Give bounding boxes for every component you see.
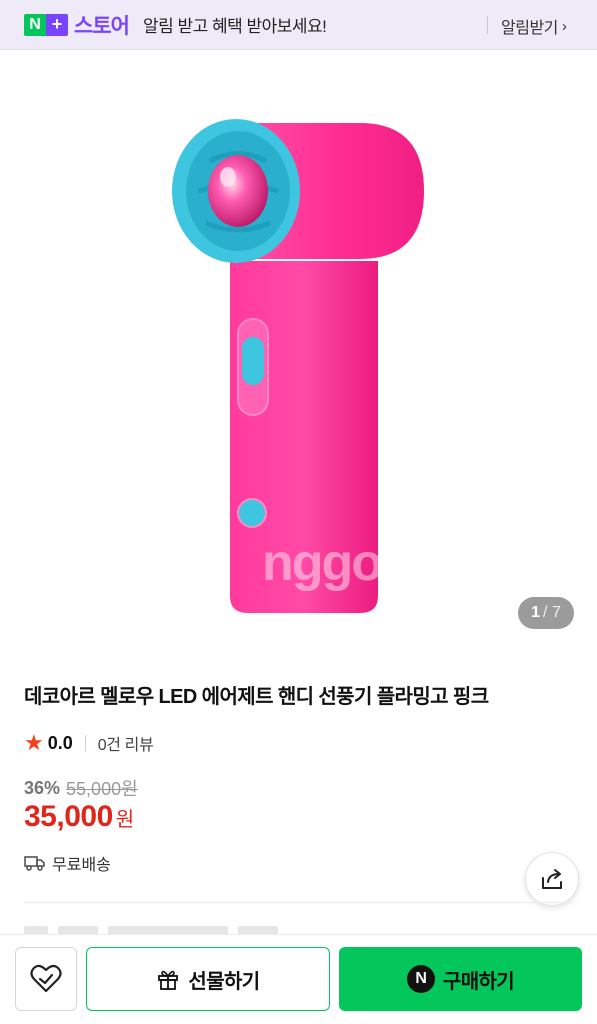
rating-divider xyxy=(84,735,86,751)
naverpay-icon: N xyxy=(406,965,435,993)
sale-price-amount: 35,000 xyxy=(24,800,113,833)
naver-store-logo[interactable]: N + 스토어 xyxy=(24,10,130,40)
gift-button[interactable]: 선물하기 xyxy=(86,947,330,1011)
sale-price: 35,000 원 xyxy=(24,800,134,834)
notification-subscribe-link[interactable]: 알림받기 › xyxy=(501,14,567,38)
truck-icon xyxy=(24,856,45,871)
buy-button[interactable]: N 구매하기 xyxy=(339,947,582,1011)
shipping-info: 무료배송 xyxy=(24,851,111,875)
logo-n-icon: N xyxy=(24,13,46,36)
wishlist-button[interactable] xyxy=(15,947,77,1011)
discount-rate: 36% xyxy=(24,777,61,798)
discount-row: 36% 55,000원 xyxy=(24,775,138,801)
share-button[interactable] xyxy=(525,852,579,906)
price-unit: 원 xyxy=(115,809,135,831)
product-title: 데코아르 멜로우 LED 에어제트 핸디 선풍기 플라밍고 핑크 xyxy=(24,686,489,708)
gift-icon xyxy=(158,970,179,990)
total-pages: / 7 xyxy=(543,604,561,621)
shipping-label: 무료배송 xyxy=(52,857,111,874)
current-page: 1 xyxy=(531,604,541,621)
review-count-link[interactable]: 0건 리뷰 xyxy=(98,731,154,755)
original-price: 55,000원 xyxy=(66,779,138,799)
image-page-indicator: 1 / 7 xyxy=(518,597,574,629)
rating-score: 0.0 xyxy=(47,732,73,753)
star-icon: ★ xyxy=(24,730,44,755)
banner-message: 알림 받고 혜택 받아보세요! xyxy=(142,17,327,36)
rating-row[interactable]: ★ 0.0 0건 리뷰 xyxy=(24,730,154,756)
section-divider xyxy=(24,902,573,903)
logo-text: 스토어 xyxy=(74,14,130,38)
image-watermark: nggon xyxy=(262,534,413,592)
heart-icon xyxy=(30,964,62,993)
banner-divider xyxy=(487,16,488,34)
product-image-gallery[interactable]: nggon xyxy=(0,51,597,658)
bottom-action-bar: 선물하기 N 구매하기 xyxy=(0,934,597,1024)
product-page: N + 스토어 알림 받고 혜택 받아보세요! 알림받기 › nggon 1 /… xyxy=(0,0,597,1024)
gift-label: 선물하기 xyxy=(188,970,260,993)
notification-subscribe-label: 알림받기 xyxy=(501,20,558,37)
chevron-right-icon: › xyxy=(561,17,567,35)
share-icon xyxy=(542,869,562,889)
buy-label: 구매하기 xyxy=(442,970,515,993)
notification-banner[interactable]: N + 스토어 알림 받고 혜택 받아보세요! 알림받기 › xyxy=(0,0,597,50)
logo-plus-icon: + xyxy=(46,13,68,36)
